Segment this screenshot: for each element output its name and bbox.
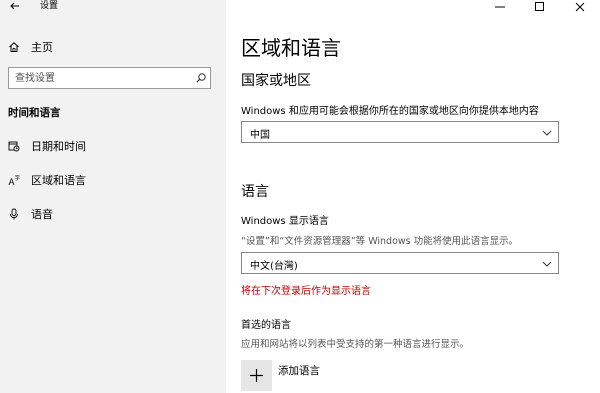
sidebar-item-label: 日期和时间 xyxy=(31,140,86,153)
settings-window: 设置 主页 时间和语言 xyxy=(0,0,600,393)
sidebar-item-label: 主页 xyxy=(31,41,53,54)
add-language-label: 添加语言 xyxy=(278,365,320,377)
sidebar-item-label: 区域和语言 xyxy=(31,174,86,187)
sidebar-section-heading: 时间和语言 xyxy=(8,107,61,119)
display-language-notice: 将在下次登录后作为显示语言 xyxy=(241,286,371,297)
home-icon xyxy=(8,41,20,53)
main-content: 区域和语言 国家或地区 Windows 和应用可能会根据你所在的国家或地区向你提… xyxy=(226,0,600,393)
preferred-language-heading: 首选的语言 xyxy=(241,320,291,331)
region-description: Windows 和应用可能会根据你所在的国家或地区向你提供本地内容 xyxy=(241,106,539,117)
page-title: 区域和语言 xyxy=(241,36,341,60)
window-controls xyxy=(480,0,600,14)
add-language-button[interactable]: 添加语言 xyxy=(241,360,441,392)
display-language-dropdown[interactable]: 中文(台灣) xyxy=(241,252,559,274)
sidebar: 设置 主页 时间和语言 xyxy=(0,0,226,393)
region-heading: 国家或地区 xyxy=(241,73,311,89)
back-arrow-icon[interactable] xyxy=(9,0,21,12)
sidebar-item-region-language[interactable]: A 字 区域和语言 xyxy=(0,168,226,192)
search-input[interactable] xyxy=(9,68,184,88)
search-box xyxy=(8,67,211,89)
search-icon[interactable] xyxy=(195,72,207,84)
language-icon: A 字 xyxy=(8,174,21,186)
display-language-description: “设置”和“文件资源管理器”等 Windows 功能将使用此语言显示。 xyxy=(241,236,519,247)
titlebar-left: 设置 xyxy=(0,0,226,14)
plus-icon xyxy=(241,360,272,391)
country-region-dropdown[interactable]: 中国 xyxy=(241,121,559,143)
calendar-clock-icon xyxy=(8,140,20,152)
display-language-label: Windows 显示语言 xyxy=(241,216,329,227)
sidebar-item-date-time[interactable]: 日期和时间 xyxy=(0,134,226,158)
svg-text:字: 字 xyxy=(15,174,21,182)
sidebar-item-home[interactable]: 主页 xyxy=(0,35,226,59)
country-region-value: 中国 xyxy=(250,130,270,141)
preferred-language-description: 应用和网站将以列表中受支持的第一种语言进行显示。 xyxy=(241,339,470,350)
close-icon[interactable] xyxy=(560,0,600,14)
app-title: 设置 xyxy=(40,1,59,11)
language-heading: 语言 xyxy=(241,184,269,200)
sidebar-item-speech[interactable]: 语音 xyxy=(0,202,226,226)
minimize-icon[interactable] xyxy=(480,0,520,14)
sidebar-item-label: 语音 xyxy=(31,208,53,221)
microphone-icon xyxy=(8,208,20,220)
display-language-value: 中文(台灣) xyxy=(250,261,298,272)
maximize-icon[interactable] xyxy=(520,0,560,14)
chevron-down-icon xyxy=(542,259,552,269)
chevron-down-icon xyxy=(542,128,552,138)
